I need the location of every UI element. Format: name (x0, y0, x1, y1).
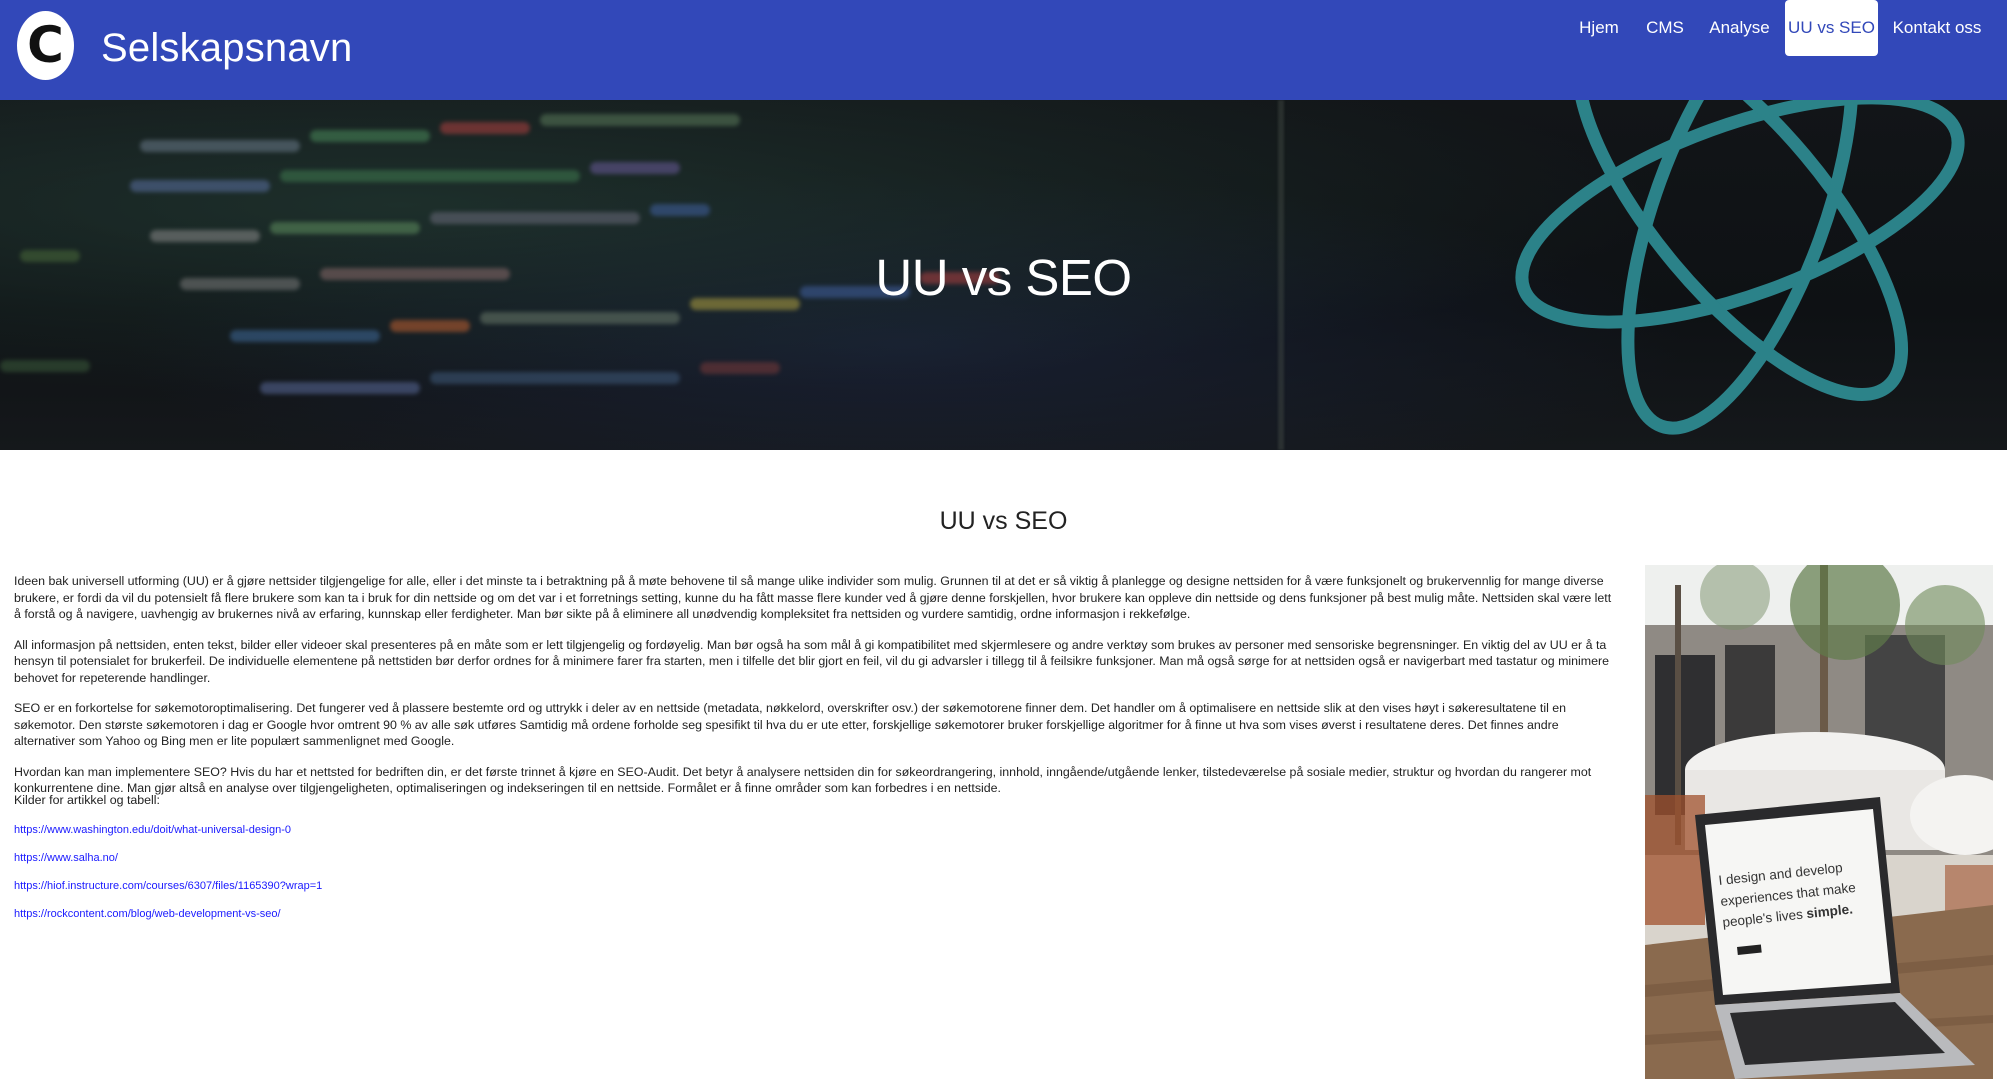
source-link[interactable]: https://rockcontent.com/blog/web-develop… (14, 908, 281, 920)
laptop-photo: I design and develop experiences that ma… (1645, 565, 1993, 1079)
nav-item-uu-vs-seo[interactable]: UU vs SEO (1785, 0, 1878, 56)
logo-letter: C (27, 15, 64, 74)
sources-label: Kilder for artikkel og tabell: (14, 793, 161, 807)
source-link[interactable]: https://www.salha.no/ (14, 852, 118, 864)
source-link[interactable]: https://www.washington.edu/doit/what-uni… (14, 824, 291, 836)
brand-name[interactable]: Selskapsnavn (101, 26, 352, 71)
nav-item-cms[interactable]: CMS (1638, 0, 1692, 56)
paragraph: Hvordan kan man implementere SEO? Hvis d… (14, 764, 1592, 796)
hero-banner: UU vs SEO (0, 100, 2007, 450)
nav-item-analyse[interactable]: Analyse (1703, 0, 1776, 56)
nav-item-hjem[interactable]: Hjem (1567, 0, 1631, 56)
page: C Selskapsnavn Hjem CMS Analyse UU vs SE… (0, 0, 2007, 1081)
article-body: Ideen bak universell utforming (UU) er å… (14, 573, 1619, 811)
nav-item-kontakt-oss[interactable]: Kontakt oss (1887, 0, 1987, 56)
paragraph: SEO er en forkortelse for søkemotoroptim… (14, 701, 1567, 748)
logo-icon[interactable]: C (17, 11, 74, 80)
paragraph: Ideen bak universell utforming (UU) er å… (14, 574, 1612, 621)
source-link[interactable]: https://hiof.instructure.com/courses/630… (14, 880, 322, 892)
hero-title: UU vs SEO (875, 249, 1132, 306)
paragraph: All informasjon på nettsiden, enten teks… (14, 637, 1610, 685)
navbar: C Selskapsnavn Hjem CMS Analyse UU vs SE… (0, 0, 2007, 100)
section-title: UU vs SEO (939, 507, 1068, 535)
